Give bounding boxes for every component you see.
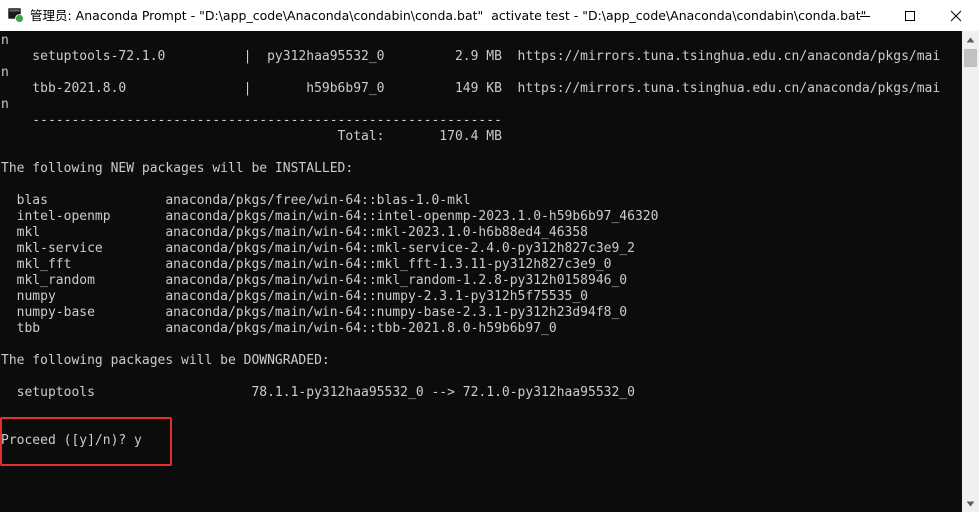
console-line: tbb anaconda/pkgs/main/win-64::tbb-2021.… [1,321,557,336]
minimize-button[interactable] [842,0,888,31]
console-line: setuptools-72.1.0 | py312haa95532_0 2.9 … [1,49,941,64]
maximize-icon [905,10,915,21]
console-line: intel-openmp anaconda/pkgs/main/win-64::… [1,209,659,224]
close-icon [950,10,962,21]
console-line: setuptools 78.1.1-py312haa95532_0 --> 72… [1,385,635,400]
console-line: tbb-2021.8.0 | h59b6b97_0 149 KB https:/… [1,81,941,96]
scroll-down-button[interactable] [962,495,979,512]
vertical-scrollbar[interactable] [962,31,979,512]
console-line: numpy anaconda/pkgs/main/win-64::numpy-2… [1,289,588,304]
proceed-highlight-box [0,417,172,466]
console-line: ----------------------------------------… [1,113,502,128]
console-line: Total: 170.4 MB [1,129,502,144]
terminal-app-icon[interactable] [8,8,24,23]
minimize-icon [860,15,870,17]
console-line: blas anaconda/pkgs/free/win-64::blas-1.0… [1,193,471,208]
chevron-down-icon [966,501,975,506]
console-line: mkl anaconda/pkgs/main/win-64::mkl-2023.… [1,225,588,240]
console-line: mkl_random anaconda/pkgs/main/win-64::mk… [1,273,628,288]
console-line: mkl_fft anaconda/pkgs/main/win-64::mkl_f… [1,257,612,272]
maximize-button[interactable] [887,0,933,31]
console-line: mkl-service anaconda/pkgs/main/win-64::m… [1,241,635,256]
chevron-up-icon [966,37,975,42]
scroll-up-button[interactable] [962,31,979,48]
title-bar[interactable]: 管理员: Anaconda Prompt - "D:\app_code\Anac… [0,0,979,31]
console-line: n [1,33,9,48]
console-line: n [1,65,9,80]
console-line: numpy-base anaconda/pkgs/main/win-64::nu… [1,305,628,320]
console-line: The following packages will be DOWNGRADE… [1,353,330,368]
console-line: n [1,97,9,112]
console-line: The following NEW packages will be INSTA… [1,161,354,176]
window-title: 管理员: Anaconda Prompt - "D:\app_code\Anac… [30,8,867,23]
scrollbar-thumb[interactable] [964,49,977,67]
console-window: 管理员: Anaconda Prompt - "D:\app_code\Anac… [0,0,979,512]
close-button[interactable] [933,0,979,31]
